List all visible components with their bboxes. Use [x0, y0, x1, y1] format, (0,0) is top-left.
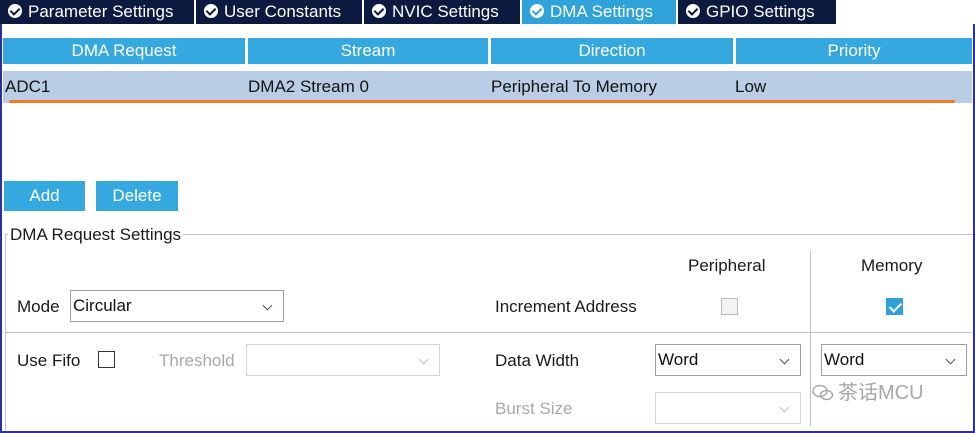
tab-label: User Constants — [224, 2, 342, 21]
data-width-label: Data Width — [495, 351, 580, 370]
tab-dma-settings[interactable]: DMA Settings — [522, 0, 676, 24]
peripheral-burst-size-select[interactable] — [655, 392, 801, 424]
memory-column-label: Memory — [861, 256, 923, 275]
chevron-down-icon — [779, 354, 790, 365]
watermark: 茶话MCU — [812, 376, 924, 405]
check-circle-icon — [372, 4, 386, 18]
chevron-down-icon — [262, 300, 273, 311]
table-header: DMA Request Stream Direction Priority — [3, 38, 972, 64]
use-fifo-label: Use Fifo — [17, 351, 81, 370]
column-header-priority[interactable]: Priority — [736, 38, 972, 64]
threshold-label: Threshold — [159, 351, 235, 370]
memory-increment-checkbox[interactable] — [886, 298, 903, 315]
tab-gpio-settings[interactable]: GPIO Settings — [678, 0, 836, 24]
tab-nvic-settings[interactable]: NVIC Settings — [364, 0, 520, 24]
column-header-stream[interactable]: Stream — [248, 38, 488, 64]
tab-label: NVIC Settings — [392, 2, 499, 21]
check-circle-icon — [204, 4, 218, 18]
tab-label: DMA Settings — [550, 2, 653, 21]
mode-select[interactable]: Circular — [70, 290, 284, 322]
tab-bar: Parameter Settings User Constants NVIC S… — [0, 0, 975, 24]
peripheral-data-width-select[interactable]: Word — [655, 344, 801, 376]
cell-priority: Low — [735, 77, 767, 96]
watermark-text: 茶话MCU — [838, 382, 924, 404]
increment-address-label: Increment Address — [495, 297, 637, 316]
peripheral-increment-checkbox[interactable] — [721, 298, 738, 315]
memory-data-width-select[interactable]: Word — [821, 344, 967, 376]
row-divider — [6, 332, 972, 333]
cell-dma-request: ADC1 — [5, 77, 51, 96]
use-fifo-checkbox[interactable] — [98, 351, 115, 368]
tab-label: Parameter Settings — [28, 2, 174, 21]
check-circle-icon — [8, 4, 22, 18]
group-title: DMA Request Settings — [8, 225, 184, 245]
column-divider — [810, 251, 811, 426]
table-row[interactable]: ADC1 DMA2 Stream 0 Peripheral To Memory … — [3, 71, 972, 103]
mode-value: Circular — [73, 296, 132, 315]
memory-data-width-value: Word — [824, 350, 865, 369]
peripheral-column-label: Peripheral — [688, 256, 766, 275]
add-button[interactable]: Add — [4, 181, 85, 211]
threshold-select[interactable] — [246, 344, 440, 376]
cell-stream: DMA2 Stream 0 — [248, 77, 369, 96]
tab-user-constants[interactable]: User Constants — [196, 0, 362, 24]
tab-label: GPIO Settings — [706, 2, 815, 21]
check-circle-icon — [686, 4, 700, 18]
peripheral-data-width-value: Word — [658, 350, 699, 369]
column-header-direction[interactable]: Direction — [491, 38, 733, 64]
cell-direction: Peripheral To Memory — [491, 77, 657, 96]
chevron-down-icon — [779, 402, 790, 413]
tab-parameter-settings[interactable]: Parameter Settings — [0, 0, 194, 24]
chevron-down-icon — [945, 354, 956, 365]
mode-label: Mode — [17, 297, 60, 316]
wechat-icon — [812, 384, 834, 401]
burst-size-label: Burst Size — [495, 399, 573, 418]
highlight-underline — [9, 100, 955, 103]
delete-button[interactable]: Delete — [96, 181, 178, 211]
chevron-down-icon — [418, 354, 429, 365]
column-header-dma-request[interactable]: DMA Request — [3, 38, 245, 64]
check-circle-icon — [530, 4, 544, 18]
